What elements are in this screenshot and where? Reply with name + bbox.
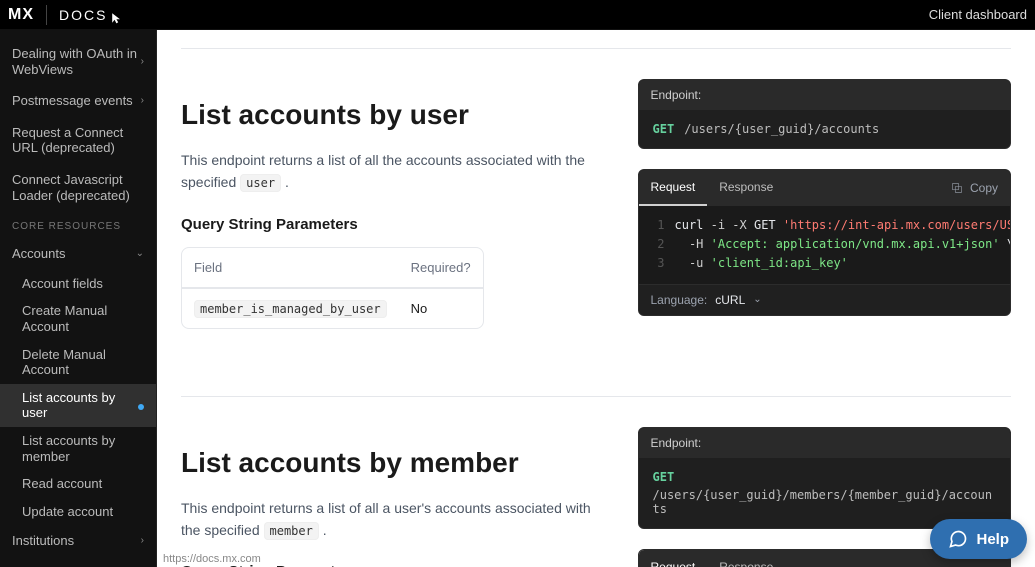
table-cell-required: No bbox=[399, 288, 483, 328]
brand-docs: DOCS bbox=[59, 7, 107, 23]
sidebar-item-postmessage-events[interactable]: Postmessage events › bbox=[0, 85, 156, 117]
topbar: MX DOCS Client dashboard bbox=[0, 0, 1035, 30]
sidebar-item-label: Read account bbox=[22, 476, 102, 492]
brand-mx: MX bbox=[8, 6, 34, 24]
tab-response[interactable]: Response bbox=[707, 170, 785, 206]
sidebar-item-request-connect-url[interactable]: Request a Connect URL (deprecated) bbox=[0, 117, 156, 164]
copy-label: Copy bbox=[970, 181, 998, 195]
sidebar: Dealing with OAuth in WebViews › Postmes… bbox=[0, 30, 157, 567]
desc-code: member bbox=[264, 522, 319, 540]
chevron-right-icon: › bbox=[141, 535, 144, 547]
desc-text-post: . bbox=[285, 174, 289, 190]
table-cell-field: member_is_managed_by_user bbox=[182, 288, 399, 328]
sidebar-item-account-fields[interactable]: Account fields bbox=[0, 270, 156, 298]
endpoint-path: /users/{user_guid}/members/{member_guid}… bbox=[653, 488, 997, 516]
code-sample-panel: Request Response Copy 1curl -i -X GET 'h… bbox=[638, 169, 1012, 316]
sidebar-category-core: CORE RESOURCES bbox=[0, 211, 156, 238]
sidebar-item-list-accounts-by-user[interactable]: List accounts by user bbox=[0, 384, 156, 427]
qsp-table: Field Required? member_is_managed_by_use… bbox=[181, 247, 484, 329]
section-title: List accounts by user bbox=[181, 99, 614, 131]
table-row: member_is_managed_by_user No bbox=[182, 288, 483, 328]
sidebar-item-label: Request a Connect URL (deprecated) bbox=[12, 125, 144, 156]
tab-request[interactable]: Request bbox=[639, 550, 708, 567]
field-code: member_is_managed_by_user bbox=[194, 300, 387, 318]
divider bbox=[181, 396, 1011, 397]
brand[interactable]: MX DOCS bbox=[8, 5, 123, 25]
sidebar-item-list-accounts-by-member[interactable]: List accounts by member bbox=[0, 427, 156, 470]
client-dashboard-link[interactable]: Client dashboard bbox=[929, 7, 1027, 22]
sidebar-item-label: Postmessage events bbox=[12, 93, 133, 109]
sidebar-item-label: Update account bbox=[22, 504, 113, 520]
table-header-field: Field bbox=[182, 248, 399, 288]
sidebar-item-label: Accounts bbox=[12, 246, 65, 262]
chevron-right-icon: › bbox=[141, 95, 144, 107]
section-title: List accounts by member bbox=[181, 447, 614, 479]
sidebar-item-label: Delete Manual Account bbox=[22, 347, 144, 378]
help-icon bbox=[948, 529, 968, 549]
section-description: This endpoint returns a list of all the … bbox=[181, 149, 614, 194]
section-list-by-member: List accounts by member This endpoint re… bbox=[157, 427, 1035, 567]
language-selector[interactable]: Language: cURL ⌄ bbox=[639, 284, 1011, 315]
divider bbox=[181, 48, 1011, 49]
active-dot-icon bbox=[138, 398, 144, 414]
language-label: Language: bbox=[651, 293, 708, 307]
sidebar-item-label: Connect Javascript Loader (deprecated) bbox=[12, 172, 144, 203]
sidebar-item-label: List accounts by member bbox=[22, 433, 144, 464]
sidebar-item-label: List accounts by user bbox=[22, 390, 138, 421]
chevron-right-icon: › bbox=[141, 56, 144, 68]
query-string-parameters-heading: Query String Parameters bbox=[181, 216, 614, 233]
sidebar-item-connect-js-loader[interactable]: Connect Javascript Loader (deprecated) bbox=[0, 164, 156, 211]
help-button[interactable]: Help bbox=[930, 519, 1027, 559]
sidebar-item-label: Create Manual Account bbox=[22, 303, 144, 334]
section-list-by-user: List accounts by user This endpoint retu… bbox=[157, 79, 1035, 336]
help-label: Help bbox=[976, 531, 1009, 548]
http-method: GET bbox=[653, 122, 675, 136]
sidebar-item-oauth-webviews[interactable]: Dealing with OAuth in WebViews › bbox=[0, 38, 156, 85]
sidebar-item-label: Account fields bbox=[22, 276, 103, 292]
sidebar-item-create-manual-account[interactable]: Create Manual Account bbox=[0, 297, 156, 340]
sidebar-item-read-account[interactable]: Read account bbox=[0, 470, 156, 498]
sidebar-item-delete-manual-account[interactable]: Delete Manual Account bbox=[0, 341, 156, 384]
language-value: cURL bbox=[715, 293, 745, 307]
code-tabs: Request Response Copy bbox=[639, 170, 1011, 206]
endpoint-path: /users/{user_guid}/accounts bbox=[684, 122, 879, 136]
endpoint-label: Endpoint: bbox=[639, 80, 1011, 110]
sidebar-item-members[interactable]: Members› bbox=[0, 557, 156, 567]
endpoint-label: Endpoint: bbox=[639, 428, 1011, 458]
brand-divider bbox=[46, 5, 47, 25]
section-description: This endpoint returns a list of all a us… bbox=[181, 497, 614, 542]
desc-text: This endpoint returns a list of all a us… bbox=[181, 500, 591, 538]
http-method: GET bbox=[653, 470, 675, 484]
copy-button[interactable]: Copy bbox=[950, 181, 1010, 195]
copy-icon bbox=[950, 181, 964, 195]
sidebar-item-institutions[interactable]: Institutions › bbox=[0, 525, 156, 557]
sidebar-item-label: Institutions bbox=[12, 533, 74, 549]
chevron-down-icon: ⌄ bbox=[753, 294, 761, 305]
sidebar-item-label: Dealing with OAuth in WebViews bbox=[12, 46, 141, 77]
code-block[interactable]: 1curl -i -X GET 'https://int-api.mx.com/… bbox=[639, 206, 1011, 284]
desc-code: user bbox=[240, 174, 281, 192]
tab-request[interactable]: Request bbox=[639, 170, 708, 206]
desc-text-post: . bbox=[323, 522, 327, 538]
sidebar-item-accounts[interactable]: Accounts ⌄ bbox=[0, 238, 156, 270]
chevron-down-icon: ⌄ bbox=[136, 248, 144, 260]
status-url: https://docs.mx.com bbox=[159, 551, 265, 567]
sidebar-item-update-account[interactable]: Update account bbox=[0, 498, 156, 526]
endpoint-panel: Endpoint: GET /users/{user_guid}/account… bbox=[638, 79, 1012, 149]
endpoint-panel: Endpoint: GET /users/{user_guid}/members… bbox=[638, 427, 1012, 529]
cursor-icon bbox=[111, 12, 123, 24]
table-header-required: Required? bbox=[399, 248, 483, 288]
content: List accounts by user This endpoint retu… bbox=[157, 30, 1035, 567]
tab-response[interactable]: Response bbox=[707, 550, 785, 567]
